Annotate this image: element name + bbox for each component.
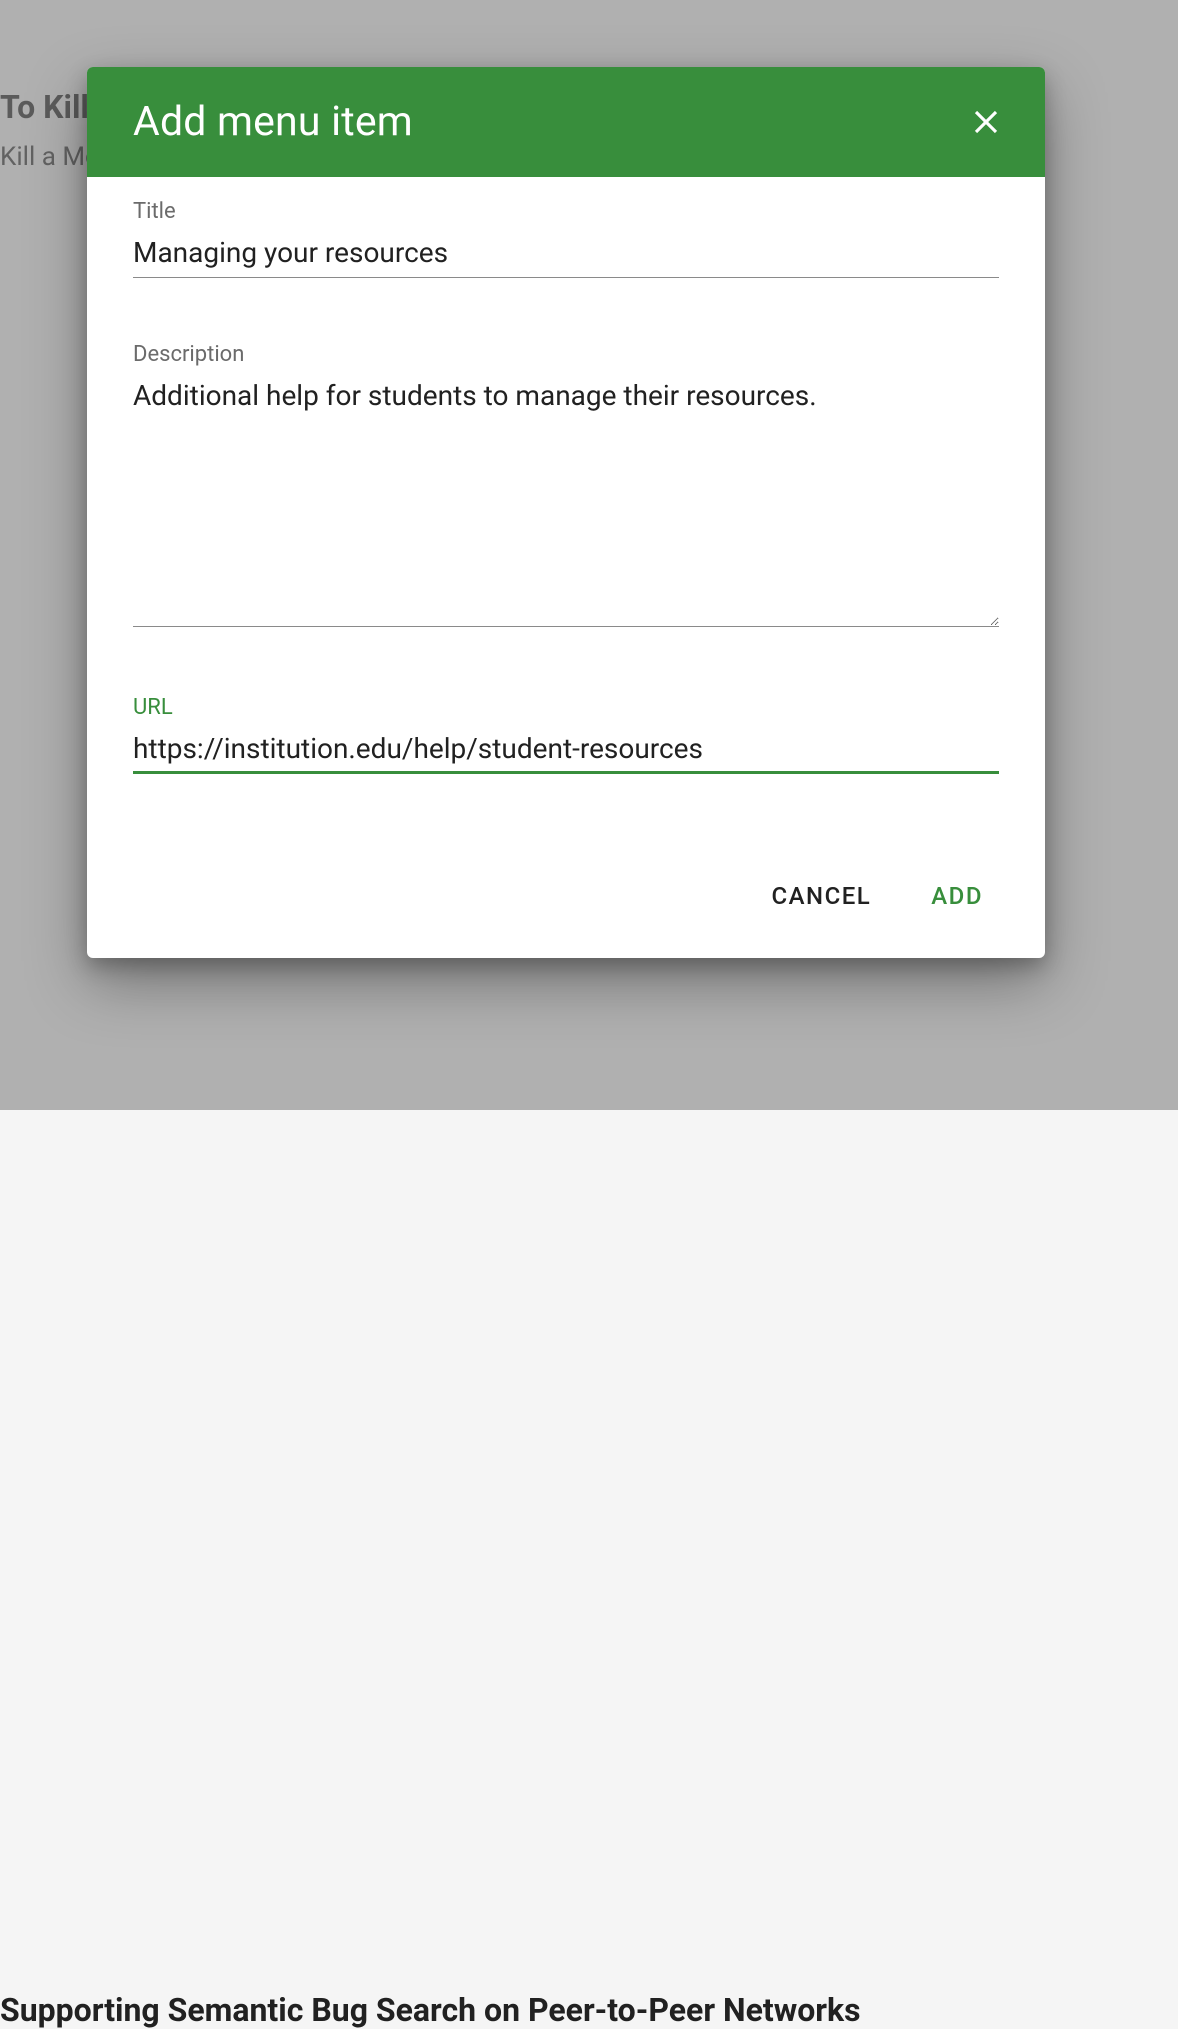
description-field: Description <box>133 342 999 631</box>
add-button[interactable]: ADD <box>925 878 989 914</box>
url-field: URL <box>133 695 999 774</box>
cancel-button[interactable]: CANCEL <box>765 878 877 914</box>
close-icon <box>971 107 1001 137</box>
url-input[interactable] <box>133 726 999 774</box>
close-button[interactable] <box>963 99 1009 145</box>
url-label: URL <box>133 695 999 720</box>
dialog-actions: CANCEL ADD <box>87 848 1045 958</box>
dialog-header: Add menu item <box>87 67 1045 177</box>
description-input[interactable] <box>133 373 999 627</box>
title-label: Title <box>133 199 999 224</box>
title-input[interactable] <box>133 230 999 278</box>
title-field: Title <box>133 199 999 278</box>
dialog-title: Add menu item <box>133 98 413 146</box>
dialog-body: Title Description URL <box>87 177 1045 848</box>
background-title-3: Supporting Semantic Bug Search on Peer-t… <box>0 1991 861 2029</box>
description-label: Description <box>133 342 999 367</box>
add-menu-item-dialog: Add menu item Title Description URL CANC… <box>87 67 1045 958</box>
